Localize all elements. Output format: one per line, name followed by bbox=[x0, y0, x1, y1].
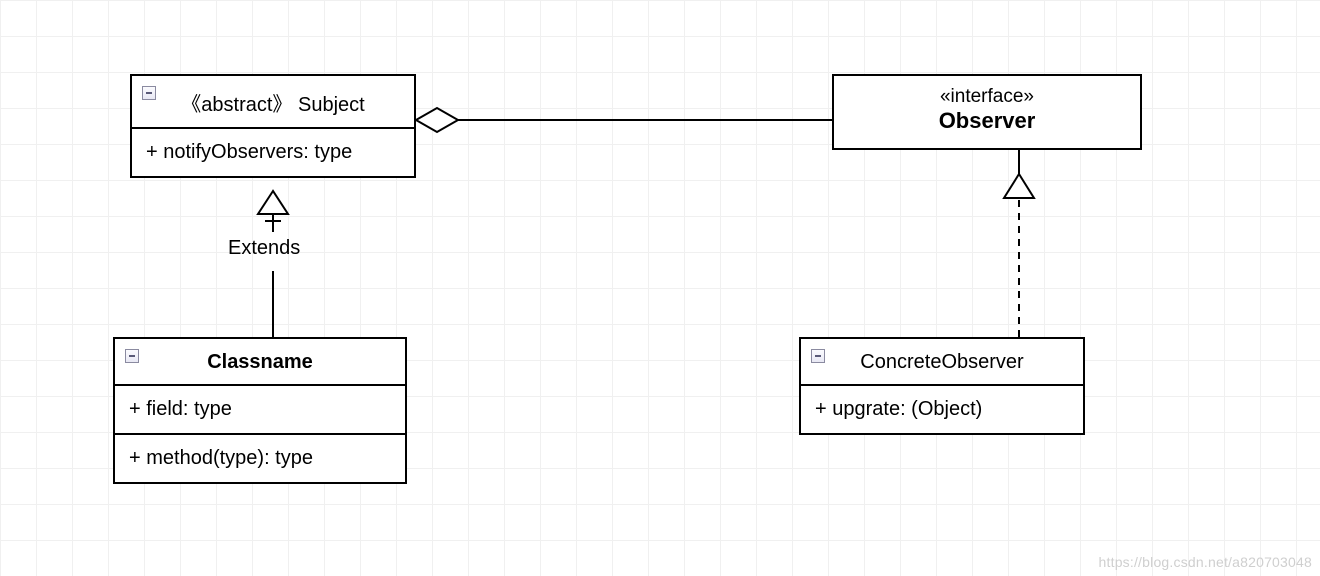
uml-class-classname: Classname + field: type + method(type): … bbox=[113, 337, 407, 484]
realization-concreteobserver-observer bbox=[1004, 150, 1034, 337]
uml-interface-observer: «interface» Observer bbox=[832, 74, 1142, 150]
class-name: ConcreteObserver bbox=[860, 351, 1023, 373]
aggregation-subject-observer bbox=[416, 108, 832, 132]
collapse-icon[interactable] bbox=[142, 86, 156, 100]
class-name: Classname bbox=[207, 351, 313, 373]
class-name: Subject bbox=[298, 94, 365, 116]
generalization-classname-subject bbox=[258, 191, 288, 337]
stereotype-label: 《abstract》 bbox=[181, 94, 292, 116]
uml-title-subject: 《abstract》 Subject bbox=[132, 76, 414, 129]
uml-field: + field: type bbox=[115, 386, 405, 435]
uml-title-observer: «interface» Observer bbox=[834, 76, 1140, 148]
interface-name: Observer bbox=[848, 108, 1126, 134]
extends-label: Extends bbox=[228, 237, 300, 260]
collapse-icon[interactable] bbox=[125, 349, 139, 363]
uml-title-concreteobserver: ConcreteObserver bbox=[801, 339, 1083, 386]
collapse-icon[interactable] bbox=[811, 349, 825, 363]
uml-class-concreteobserver: ConcreteObserver + upgrate: (Object) bbox=[799, 337, 1085, 435]
uml-member: + notifyObservers: type bbox=[132, 129, 414, 176]
stereotype-label: «interface» bbox=[848, 86, 1126, 108]
uml-class-subject: 《abstract》 Subject + notifyObservers: ty… bbox=[130, 74, 416, 178]
uml-title-classname: Classname bbox=[115, 339, 405, 386]
watermark: https://blog.csdn.net/a820703048 bbox=[1099, 554, 1312, 570]
uml-member: + upgrate: (Object) bbox=[801, 386, 1083, 433]
uml-method: + method(type): type bbox=[115, 435, 405, 482]
